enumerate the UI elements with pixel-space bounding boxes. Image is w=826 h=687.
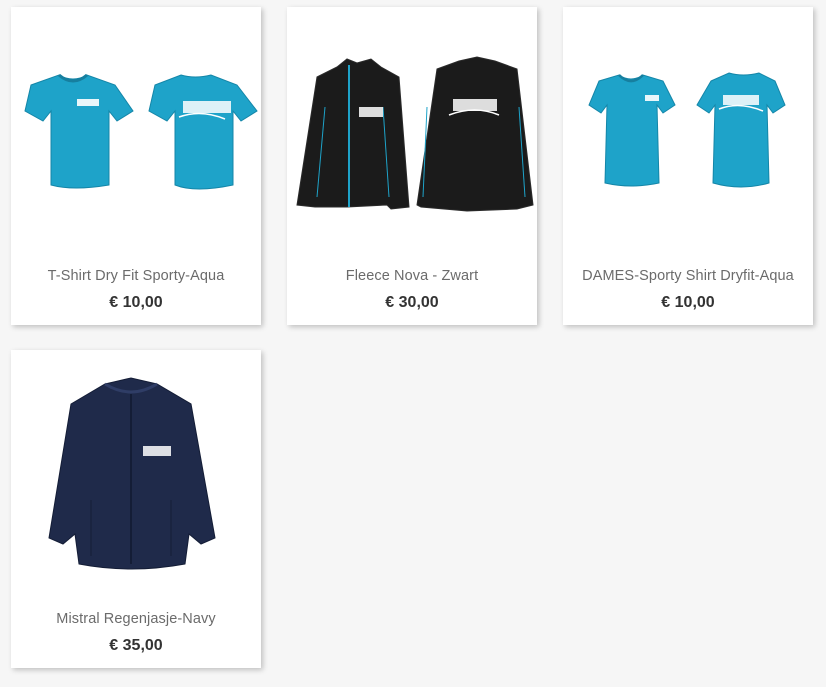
product-price: € 10,00 [661,294,715,311]
product-name[interactable]: DAMES-Sporty Shirt Dryfit-Aqua [563,268,813,284]
product-name[interactable]: Fleece Nova - Zwart [287,268,537,284]
aqua-tshirt-image[interactable] [11,7,261,257]
navy-rain-jacket-image[interactable] [11,350,261,600]
product-name[interactable]: Mistral Regenjasje-Navy [11,611,261,627]
aqua-ladies-shirt-image[interactable] [563,7,813,257]
black-fleece-image[interactable] [287,7,537,257]
product-card-fleece-zwart[interactable]: Fleece Nova - Zwart € 30,00 [287,7,537,325]
product-name[interactable]: T-Shirt Dry Fit Sporty-Aqua [11,268,261,284]
product-card-regenjasje-navy[interactable]: Mistral Regenjasje-Navy € 35,00 [11,350,261,668]
product-price: € 35,00 [109,637,163,654]
product-price: € 10,00 [109,294,163,311]
product-card-tshirt-aqua[interactable]: T-Shirt Dry Fit Sporty-Aqua € 10,00 [11,7,261,325]
product-price: € 30,00 [385,294,439,311]
product-grid: T-Shirt Dry Fit Sporty-Aqua € 10,00 Flee… [0,0,826,687]
product-card-dames-shirt-aqua[interactable]: DAMES-Sporty Shirt Dryfit-Aqua € 10,00 [563,7,813,325]
